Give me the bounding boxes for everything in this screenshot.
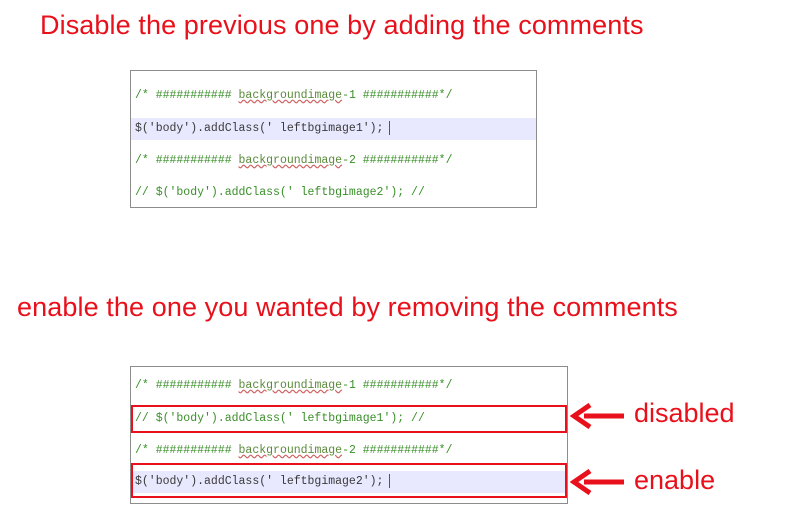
code-statement: $('body').addClass(' leftbgimage1'); (135, 122, 384, 135)
highlight-box-enabled (131, 463, 567, 498)
heading-enable-instruction: enable the one you wanted by removing th… (17, 292, 678, 322)
comment-prefix: /* ########### (135, 379, 239, 392)
comment-suffix: -1 ###########*/ (342, 89, 453, 102)
label-disabled: disabled (634, 398, 735, 428)
comment-keyword: backgroundimage (238, 154, 343, 167)
comment-prefix: /* ########### (135, 89, 239, 102)
code-line-comment-bg1[interactable]: /* ########### backgroundimage-1 #######… (131, 85, 536, 107)
heading-disable-instruction: Disable the previous one by adding the c… (40, 10, 644, 40)
code-line-comment-bg1[interactable]: /* ########### backgroundimage-1 #######… (131, 375, 567, 397)
comment-keyword: backgroundimage (238, 379, 343, 392)
comment-prefix: /* ########### (135, 154, 239, 167)
comment-suffix: -2 ###########*/ (342, 154, 453, 167)
comment-suffix: -2 ###########*/ (342, 444, 453, 457)
comment-keyword: backgroundimage (238, 444, 343, 457)
code-line-active-bg1[interactable]: $('body').addClass(' leftbgimage1'); (131, 118, 536, 140)
left-arrow-icon (570, 469, 624, 495)
code-line-comment-bg2[interactable]: /* ########### backgroundimage-2 #######… (131, 150, 536, 172)
left-arrow-icon (570, 403, 624, 429)
commented-statement: // $('body').addClass(' leftbgimage2'); … (135, 186, 425, 199)
comment-prefix: /* ########### (135, 444, 239, 457)
highlight-box-disabled (131, 405, 567, 433)
comment-suffix: -1 ###########*/ (342, 379, 453, 392)
code-editor-before[interactable]: /* ########### backgroundimage-1 #######… (130, 70, 537, 208)
text-caret (389, 120, 391, 135)
code-line-comment-bg2[interactable]: /* ########### backgroundimage-2 #######… (131, 440, 567, 462)
comment-keyword: backgroundimage (238, 89, 343, 102)
code-line-commented-bg2[interactable]: // $('body').addClass(' leftbgimage2'); … (131, 182, 536, 204)
label-enable: enable (634, 465, 716, 495)
